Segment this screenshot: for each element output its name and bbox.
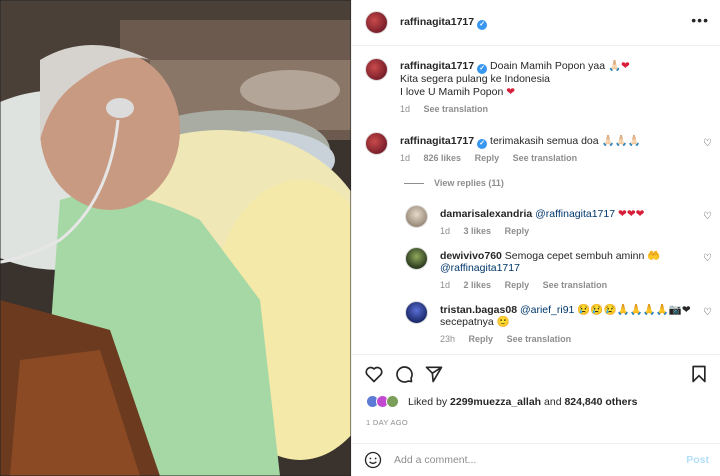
reply-like-heart-icon[interactable]: ♡ (703, 253, 712, 264)
see-translation-link[interactable]: See translation (507, 334, 572, 344)
comment-age: 1d (400, 153, 411, 163)
comment-text: terimakasih semua doa (490, 135, 599, 147)
reply-like-heart-icon[interactable]: ♡ (703, 211, 712, 222)
reply-button[interactable]: Reply (505, 280, 530, 290)
reply-mention[interactable]: @raffinagita1717 (440, 262, 520, 275)
reply-likes[interactable]: 2 likes (464, 280, 492, 290)
reply-avatar[interactable] (405, 301, 428, 324)
reply-avatar[interactable] (405, 205, 428, 228)
caption-line-2: Kita segera pulang ke Indonesia (400, 73, 551, 85)
liked-by-user[interactable]: 2299muezza_allah (450, 396, 541, 408)
reply-age: 1d (440, 226, 451, 236)
likes-summary: Liked by 2299muezza_allah and 824,840 ot… (352, 392, 720, 412)
reply-button[interactable]: Reply (469, 334, 494, 344)
see-translation-link[interactable]: See translation (424, 104, 489, 114)
post-actions-bar (352, 354, 720, 394)
comment-like-heart-icon[interactable]: ♡ (703, 138, 712, 149)
reply-username[interactable]: tristan.bagas08 (440, 304, 517, 316)
post-caption: raffinagita1717 ✓ Doain Mamih Popon yaa 🙏… (352, 46, 720, 120)
reply-age: 23h (440, 334, 456, 344)
reply-age: 1d (440, 280, 451, 290)
reply-mention[interactable]: @raffinagita1717 (535, 208, 615, 220)
reply-text: Semoga cepet sembuh aminn (504, 250, 645, 262)
likes-and-label: and (544, 396, 562, 408)
caption-text: Doain Mamih Popon yaa (490, 60, 606, 72)
reply-emoji: 😢😢😢🙏🙏🙏🙏📷❤ (577, 304, 691, 316)
post-photo-image (0, 0, 351, 476)
emoji-icon[interactable] (364, 451, 382, 469)
comment-likes[interactable]: 826 likes (424, 153, 462, 163)
view-replies-button[interactable]: View replies (11) (434, 178, 504, 188)
caption-username[interactable]: raffinagita1717 ✓ (400, 60, 488, 74)
comment-input[interactable]: Add a comment... (394, 454, 476, 466)
reply-avatar[interactable] (405, 247, 428, 270)
reply-emoji: ❤❤❤ (618, 208, 645, 220)
post-header: raffinagita1717 ✓ ••• (352, 0, 720, 46)
comment-item: raffinagita1717 ✓ terimakasih semua doa 🙏… (352, 124, 720, 172)
author-username[interactable]: raffinagita1717 ✓ (400, 16, 488, 30)
share-icon[interactable] (424, 364, 444, 384)
caption-age: 1d (400, 104, 411, 114)
liker-avatar (386, 395, 399, 408)
comment-emoji: 🙏🏻🙏🏻🙏🏻 (601, 135, 641, 147)
verified-badge-icon: ✓ (477, 20, 488, 30)
reply-username[interactable]: damarisalexandria (440, 208, 532, 220)
heart-icon[interactable] (364, 364, 384, 384)
bookmark-icon[interactable] (689, 364, 709, 384)
reply-item: tristan.bagas08 @arief_ri91 😢😢😢🙏🙏🙏🙏📷❤ se… (352, 296, 720, 350)
reply-text: secepatnya (440, 316, 494, 328)
caption-avatar[interactable] (365, 58, 388, 81)
add-comment-bar: Add a comment... Post (352, 443, 720, 476)
reply-item: dewivivo760 Semoga cepet sembuh aminn 🤲 … (352, 242, 720, 294)
reply-emoji: 🙂 (496, 316, 510, 328)
author-avatar[interactable] (365, 11, 388, 34)
verified-badge-icon: ✓ (477, 139, 488, 149)
caption-heart-emoji: ❤ (506, 86, 516, 98)
reply-likes[interactable]: 3 likes (464, 226, 492, 236)
see-translation-link[interactable]: See translation (513, 153, 578, 163)
liked-by-label: Liked by (408, 396, 448, 408)
more-options-icon[interactable]: ••• (691, 12, 709, 28)
likes-others[interactable]: 824,840 others (564, 396, 637, 408)
reply-mention[interactable]: @arief_ri91 (520, 304, 574, 316)
view-replies-divider (404, 183, 424, 184)
reply-like-heart-icon[interactable]: ♡ (703, 307, 712, 318)
post-date[interactable]: 1 DAY AGO (366, 418, 408, 427)
reply-item: damarisalexandria @raffinagita1717 ❤❤❤ 1… (352, 200, 720, 240)
reply-button[interactable]: Reply (475, 153, 500, 163)
comment-username[interactable]: raffinagita1717 ✓ (400, 135, 488, 149)
comments-panel: raffinagita1717 ✓ ••• raffinagita1717 ✓ Do… (351, 0, 720, 476)
see-translation-link[interactable]: See translation (543, 280, 608, 290)
comment-icon[interactable] (394, 364, 414, 384)
caption-line-3: I love U Mamih Popon (400, 86, 504, 98)
reply-button[interactable]: Reply (505, 226, 530, 236)
caption-emoji: 🙏🏻❤ (607, 60, 630, 72)
reply-emoji: 🤲 (647, 250, 661, 262)
reply-username[interactable]: dewivivo760 (440, 250, 502, 262)
post-button[interactable]: Post (686, 454, 709, 466)
post-photo (0, 0, 351, 476)
comment-avatar[interactable] (365, 132, 388, 155)
